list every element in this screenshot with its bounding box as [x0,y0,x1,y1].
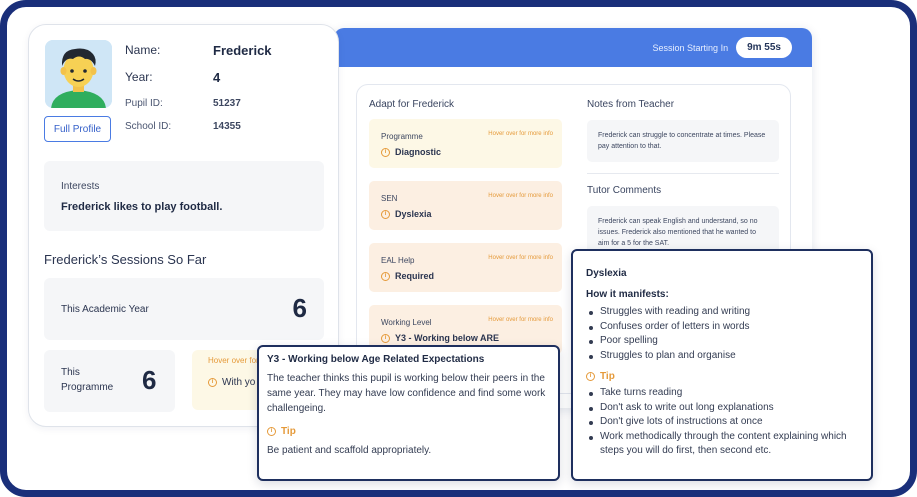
info-circle-icon: i [381,147,390,157]
dyslexia-popover: Dyslexia How it manifests: Struggles wit… [571,249,873,481]
info-circle-icon: i [381,333,390,343]
list-item: Don't give lots of instructions at once [586,415,858,430]
programme-stat: This Programme 6 [44,350,175,412]
info-card-value: Dyslexia [395,209,432,219]
tip-label: Tip [600,371,615,382]
hover-hint: Hover over for more info [488,255,553,261]
popover-title: Y3 - Working below Age Related Expectati… [267,354,485,365]
list-item: Confuses order of letters in words [586,320,858,335]
name-label: Name: [125,43,161,57]
student-name: Frederick [213,43,272,58]
manifests-title: How it manifests: [586,289,669,300]
info-card-category: Working Level [381,318,432,327]
list-item: Don't ask to write out long explanations [586,401,858,416]
full-profile-button[interactable]: Full Profile [44,116,111,142]
tip-icon: i [267,427,276,436]
app-frame: Session Starting In 9m 55s Adapt for Fre… [0,0,917,497]
session-starting-label: Session Starting In [652,42,729,53]
student-avatar-icon [45,40,112,108]
notes-divider [587,173,779,174]
info-card-value: Required [395,271,435,281]
avatar [45,40,112,108]
hover-hint: Hover over for [208,356,259,365]
programme-count: 6 [142,365,157,395]
session-timer: 9m 55s [736,37,792,58]
interests-box: Interests Frederick likes to play footba… [44,161,324,231]
popover-title: Dyslexia [586,268,627,279]
programme-label-line1: This [61,367,80,378]
student-year: 4 [213,70,221,85]
hover-hint: Hover over for more info [488,193,553,199]
tip-text: Be patient and scaffold appropriately. [267,445,432,456]
interests-title: Interests [61,181,100,192]
info-card-sen[interactable]: SEN Hover over for more info i Dyslexia [369,181,562,230]
tutor-comments-title: Tutor Comments [587,185,662,196]
academic-year-label: This Academic Year [61,304,149,315]
interests-text: Frederick likes to play football. [61,201,223,213]
tips-list: Take turns reading Don't ask to write ou… [586,386,858,459]
list-item: Work methodically through the content ex… [586,430,858,459]
year-label: Year: [125,70,153,84]
partial-card-text: With yo [222,377,256,388]
teacher-notes-title: Notes from Teacher [587,99,675,110]
tip-label: Tip [281,426,296,437]
info-circle-icon: i [381,209,390,219]
sessions-title: Frederick’s Sessions So Far [44,252,207,267]
manifests-list: Struggles with reading and writing Confu… [586,305,858,363]
info-circle-icon: i [381,271,390,281]
programme-label-line2: Programme [61,382,114,393]
session-header-bar: Session Starting In 9m 55s [334,28,812,67]
list-item: Struggles to plan and organise [586,349,858,364]
info-card-value: Y3 - Working below ARE [395,333,500,343]
info-card-category: EAL Help [381,256,415,265]
academic-year-count: 6 [292,293,307,323]
list-item: Poor spelling [586,334,858,349]
hover-hint: Hover over for more info [488,131,553,137]
info-circle-icon: i [208,378,217,387]
pupil-id-label: Pupil ID: [125,98,163,109]
school-id-value: 14355 [213,121,241,132]
adapt-title: Adapt for Frederick [369,99,455,110]
info-card-category: Programme [381,132,423,141]
info-card-eal[interactable]: EAL Help Hover over for more info i Requi… [369,243,562,292]
academic-year-stat: This Academic Year 6 [44,278,324,340]
list-item: Struggles with reading and writing [586,305,858,320]
tip-icon: i [586,372,595,381]
school-id-label: School ID: [125,121,172,132]
list-item: Take turns reading [586,386,858,401]
info-card-value: Diagnostic [395,147,442,157]
teacher-notes-text: Frederick can struggle to concentrate at… [587,120,779,162]
working-level-popover: Y3 - Working below Age Related Expectati… [257,345,560,481]
hover-hint: Hover over for more info [488,317,553,323]
pupil-id-value: 51237 [213,98,241,109]
info-card-category: SEN [381,194,398,203]
popover-description: The teacher thinks this pupil is working… [267,373,546,414]
info-card-programme[interactable]: Programme Hover over for more info i Diag… [369,119,562,168]
